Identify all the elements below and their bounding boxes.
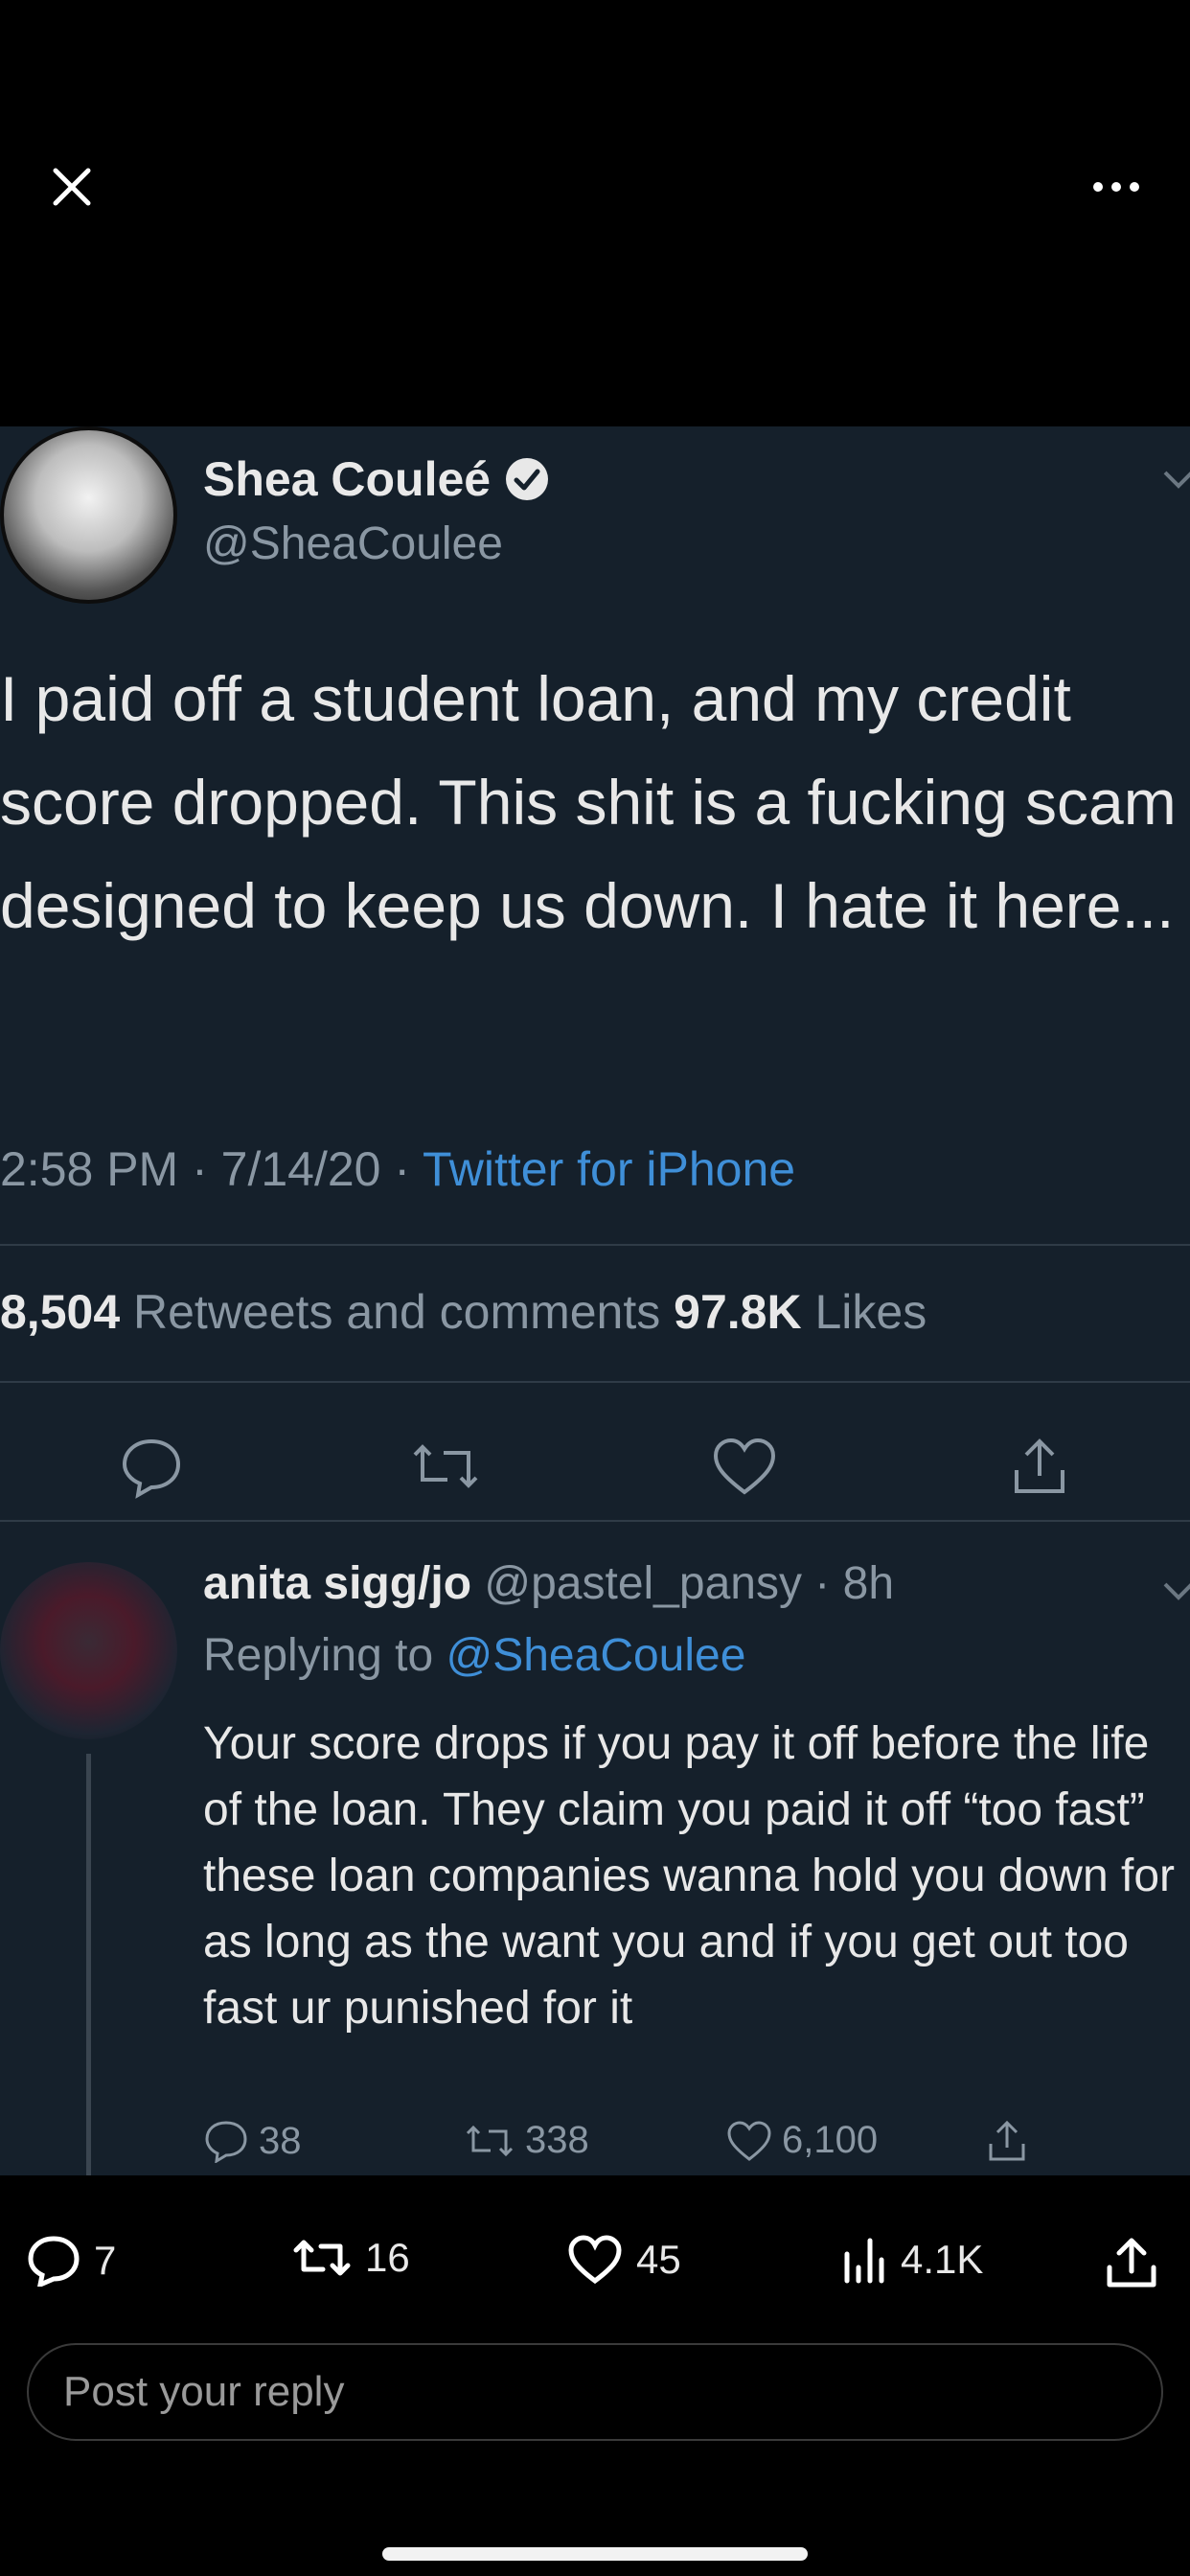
tweet-retweet-icon xyxy=(407,1428,484,1505)
tweet-screenshot-image[interactable]: Shea Couleé @SheaCoulee I paid off a stu… xyxy=(0,426,1190,2175)
tweet-text: I paid off a student loan, and my credit… xyxy=(0,663,1177,941)
reply-input[interactable]: Post your reply xyxy=(27,2343,1163,2441)
like-button[interactable]: 45 xyxy=(567,2235,681,2285)
chevron-down-icon xyxy=(1163,471,1190,489)
retweets-count: 8,504 xyxy=(0,1285,121,1339)
divider xyxy=(0,1520,1190,1522)
repost-icon xyxy=(293,2240,351,2276)
chevron-down-icon xyxy=(1163,1582,1190,1600)
tweet-meta: 2:58 PM · 7/14/20 · Twitter for iPhone xyxy=(0,1141,795,1197)
tweet-reply-icon xyxy=(113,1428,190,1505)
close-icon xyxy=(53,168,91,206)
tweet-source: Twitter for iPhone xyxy=(423,1142,796,1196)
reply-placeholder: Post your reply xyxy=(63,2368,345,2415)
reply-author: anita sigg/jo @pastel_pansy · 8h xyxy=(203,1558,895,1609)
share-icon xyxy=(1107,2238,1156,2288)
reply-comments: 38 xyxy=(203,2119,302,2163)
tweet-like-icon xyxy=(706,1428,783,1505)
views-count: 4.1K xyxy=(901,2237,984,2282)
reply-text: Your score drops if you pay it off befor… xyxy=(203,1718,1175,2034)
reply-retweets: 338 xyxy=(464,2119,589,2162)
reply-count: 7 xyxy=(94,2238,117,2283)
reply-likes: 6,100 xyxy=(726,2119,878,2162)
author-avatar xyxy=(0,426,177,604)
top-bar xyxy=(0,0,1190,426)
repost-count: 16 xyxy=(365,2235,410,2280)
reply-icon xyxy=(28,2236,80,2287)
share-icon xyxy=(989,2120,1025,2161)
reply-share xyxy=(985,2119,1029,2163)
tweet-stats: 8,504 Retweets and comments 97.8K Likes xyxy=(0,1285,927,1339)
comment-icon xyxy=(205,2121,247,2163)
verified-badge-icon xyxy=(506,458,549,500)
post-action-bar: 7 16 45 4.1K Post your reply xyxy=(0,2175,1190,2576)
tweet-timestamp: 2:58 PM · 7/14/20 · xyxy=(0,1142,423,1196)
tweet-share-icon xyxy=(1001,1428,1078,1505)
views-button[interactable]: 4.1K xyxy=(841,2235,983,2285)
close-button[interactable] xyxy=(38,153,105,220)
like-count: 45 xyxy=(636,2237,681,2282)
more-options-button[interactable] xyxy=(1083,158,1150,216)
divider xyxy=(0,1244,1190,1246)
author-name: Shea Couleé xyxy=(203,451,550,507)
reply-button[interactable]: 7 xyxy=(27,2235,116,2287)
retweet-icon xyxy=(466,2125,514,2156)
home-indicator[interactable] xyxy=(382,2547,808,2561)
likes-count: 97.8K xyxy=(674,1285,802,1339)
share-button[interactable] xyxy=(1104,2235,1159,2290)
more-horizontal-icon xyxy=(1093,182,1139,192)
views-chart-icon xyxy=(844,2238,884,2284)
heart-icon xyxy=(568,2235,622,2285)
author-handle: @SheaCoulee xyxy=(203,518,503,569)
replying-to: Replying to @SheaCoulee xyxy=(203,1630,746,1681)
repost-button[interactable]: 16 xyxy=(292,2235,410,2281)
thread-line xyxy=(86,1754,91,2175)
divider xyxy=(0,1381,1190,1383)
reply-avatar xyxy=(0,1562,177,1739)
heart-icon xyxy=(727,2120,771,2161)
